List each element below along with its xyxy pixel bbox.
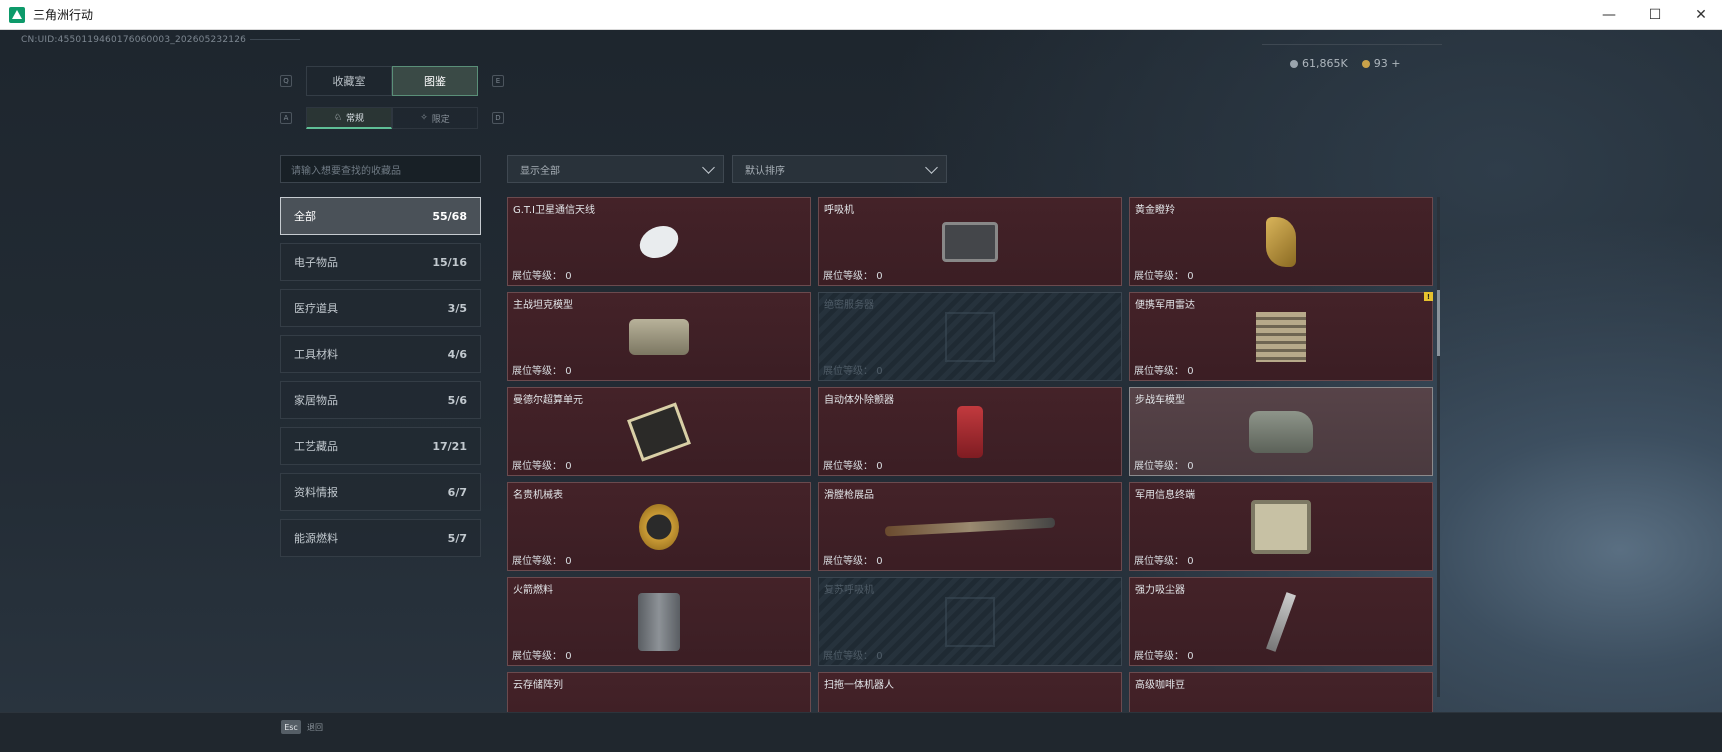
category-all[interactable]: 全部 55/68 xyxy=(280,197,481,235)
item-card[interactable]: 火箭燃料 展位等级： 0 xyxy=(507,577,811,666)
item-card[interactable]: 军用信息终端 展位等级： 0 xyxy=(1129,482,1433,571)
item-card[interactable]: 名贵机械表 展位等级： 0 xyxy=(507,482,811,571)
fuel-can-icon xyxy=(627,592,691,651)
item-card[interactable]: 扫拖一体机器人 xyxy=(818,672,1122,714)
storage-array-icon xyxy=(627,688,691,715)
category-list: 全部 55/68 电子物品 15/16 医疗道具 3/5 工具材料 4/6 家居物品 5/… xyxy=(280,197,481,565)
item-card-locked[interactable]: 绝密服务器 展位等级： 0 xyxy=(818,292,1122,381)
item-card[interactable]: 强力吸尘器 展位等级： 0 xyxy=(1129,577,1433,666)
esc-key-hint: Esc xyxy=(281,720,301,734)
sort-dropdown[interactable]: 默认排序 xyxy=(732,155,947,183)
golden-gazelle-icon xyxy=(1249,213,1313,271)
silver-balance: 61,865K xyxy=(1290,57,1348,70)
deco-line xyxy=(250,39,300,40)
apc-model-icon xyxy=(1249,403,1313,461)
item-card-hovered[interactable]: 步战车模型 展位等级： 0 xyxy=(1129,387,1433,476)
subtab-regular[interactable]: ♘ 常规 xyxy=(306,107,392,129)
tank-model-icon xyxy=(627,308,691,366)
regular-icon: ♘ xyxy=(333,112,343,123)
close-button[interactable]: ✕ xyxy=(1678,0,1722,30)
compute-unit-icon xyxy=(627,401,691,462)
key-hint-a: A xyxy=(280,112,292,124)
item-card[interactable]: 主战坦克模型 展位等级： 0 xyxy=(507,292,811,381)
item-grid-viewport: G.T.I卫星通信天线 展位等级： 0 呼吸机 展位等级： 0 黄金瞪羚 展位等级： … xyxy=(507,197,1435,714)
search-input[interactable]: 请输入想要查找的收藏品 xyxy=(280,155,481,183)
radar-icon xyxy=(1249,308,1313,366)
terminal-icon xyxy=(1249,498,1313,556)
satellite-dish-icon xyxy=(627,213,691,271)
server-icon xyxy=(938,308,1002,366)
musket-icon xyxy=(880,498,1060,556)
gold-coin-icon xyxy=(1361,60,1370,68)
key-hint-q: Q xyxy=(280,75,292,87)
ventilator-icon xyxy=(938,213,1002,271)
item-card[interactable]: 自动体外除颤器 展位等级： 0 xyxy=(818,387,1122,476)
tab-collection-room[interactable]: 收藏室 xyxy=(306,66,392,96)
category-medical[interactable]: 医疗道具 3/5 xyxy=(280,289,481,327)
resuscitator-icon xyxy=(938,593,1002,651)
category-intel[interactable]: 资料情报 6/7 xyxy=(280,473,481,511)
item-card[interactable]: 高级咖啡豆 xyxy=(1129,672,1433,714)
sub-tabs: ♘ 常规 ✧ 限定 xyxy=(306,107,478,129)
scrollbar-thumb[interactable] xyxy=(1437,290,1440,356)
category-household[interactable]: 家居物品 5/6 xyxy=(280,381,481,419)
subtab-limited[interactable]: ✧ 限定 xyxy=(392,107,478,129)
scrollbar-track[interactable] xyxy=(1437,197,1440,697)
display-filter-dropdown[interactable]: 显示全部 xyxy=(507,155,724,183)
item-card[interactable]: G.T.I卫星通信天线 展位等级： 0 xyxy=(507,197,811,286)
tab-codex[interactable]: 图鉴 xyxy=(392,66,478,96)
watch-icon xyxy=(627,498,691,556)
key-hint-e: E xyxy=(492,75,504,87)
main-tabs: 收藏室 图鉴 xyxy=(306,66,478,96)
defibrillator-icon xyxy=(938,403,1002,461)
window-title: 三角洲行动 xyxy=(33,8,94,22)
title-bar: 三角洲行动 — ☐ ✕ xyxy=(0,0,1722,30)
deco-line xyxy=(1262,44,1442,45)
chevron-down-icon xyxy=(925,161,938,174)
coffee-icon xyxy=(1249,688,1313,715)
category-crafts[interactable]: 工艺藏品 17/21 xyxy=(280,427,481,465)
chevron-down-icon xyxy=(702,161,715,174)
item-card-locked[interactable]: 复苏呼吸机 展位等级： 0 xyxy=(818,577,1122,666)
item-card[interactable]: 黄金瞪羚 展位等级： 0 xyxy=(1129,197,1433,286)
item-card[interactable]: 滑膛枪展品 展位等级： 0 xyxy=(818,482,1122,571)
minimize-button[interactable]: — xyxy=(1586,0,1632,30)
category-energy[interactable]: 能源燃料 5/7 xyxy=(280,519,481,557)
maximize-button[interactable]: ☐ xyxy=(1632,0,1678,30)
uid-label: CN:UID:4550119460176060003_202605232126 xyxy=(21,35,247,45)
new-badge: ! xyxy=(1424,292,1433,301)
item-card[interactable]: 云存储阵列 xyxy=(507,672,811,714)
robot-icon xyxy=(938,688,1002,715)
item-grid: G.T.I卫星通信天线 展位等级： 0 呼吸机 展位等级： 0 黄金瞪羚 展位等级： … xyxy=(507,197,1435,714)
gold-balance: 93 + xyxy=(1361,57,1400,70)
key-hint-d: D xyxy=(492,112,504,124)
item-card[interactable]: ! 便携军用雷达 展位等级： 0 xyxy=(1129,292,1433,381)
item-card[interactable]: 曼德尔超算单元 展位等级： 0 xyxy=(507,387,811,476)
limited-icon: ✧ xyxy=(420,113,428,123)
add-currency-button[interactable]: + xyxy=(1391,57,1400,70)
category-electronics[interactable]: 电子物品 15/16 xyxy=(280,243,481,281)
vacuum-icon xyxy=(1249,591,1313,652)
silver-coin-icon xyxy=(1290,60,1298,68)
bottom-bar xyxy=(0,712,1722,752)
category-tools[interactable]: 工具材料 4/6 xyxy=(280,335,481,373)
collection-screen: CN:UID:4550119460176060003_202605232126 … xyxy=(0,30,1722,752)
game-window: 三角洲行动 — ☐ ✕ CN:UID:4550119460176060003_2… xyxy=(0,0,1722,752)
item-card[interactable]: 呼吸机 展位等级： 0 xyxy=(818,197,1122,286)
currency-display: 61,865K 93 + xyxy=(1290,57,1400,70)
app-logo-icon xyxy=(9,6,25,23)
back-button[interactable]: Esc 退回 xyxy=(281,720,323,734)
